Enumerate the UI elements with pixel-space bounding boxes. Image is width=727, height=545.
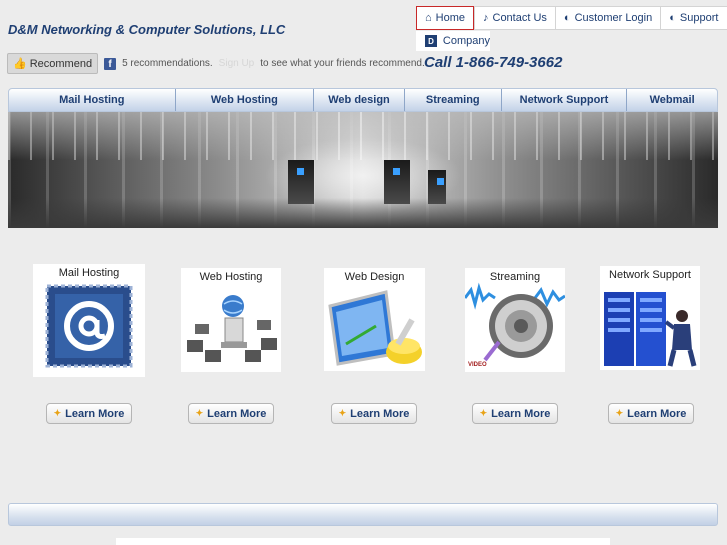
- topnav-label: Home: [435, 12, 465, 24]
- network-support-tile[interactable]: Network Support: [600, 266, 700, 370]
- thumbs-up-icon: 👍: [13, 58, 27, 70]
- company-label: Company: [442, 35, 490, 47]
- recommend-suffix: to see what your friends recommend.: [260, 58, 425, 69]
- star-bullet-icon: ✦: [53, 408, 62, 418]
- topnav-support[interactable]: ◐ Support: [660, 6, 727, 30]
- learn-more-label: Learn More: [207, 407, 267, 420]
- facebook-icon: f: [104, 57, 117, 70]
- cycle-icon: ◐: [669, 12, 676, 24]
- speaker-icon: [465, 282, 565, 362]
- house-icon: ⌂: [425, 12, 432, 24]
- phone-number: Call 1-866-749-3662: [424, 54, 563, 71]
- company-menu-item[interactable]: D Company: [416, 31, 490, 51]
- learn-more-label: Learn More: [65, 407, 125, 420]
- learn-more-label: Learn More: [491, 407, 551, 420]
- topnav-home[interactable]: ⌂ Home: [416, 6, 474, 30]
- footer-bar: [8, 503, 718, 526]
- server-rack-image: [384, 160, 410, 204]
- nav-network-support[interactable]: Network Support: [502, 89, 628, 111]
- facebook-recommend-bar: 👍 Recommend f 5 recommendations. Sign Up…: [7, 53, 425, 74]
- star-bullet-icon: ✦: [195, 408, 204, 418]
- cycle-icon: ◐: [563, 12, 571, 24]
- web-hosting-tile[interactable]: Web Hosting: [181, 268, 281, 372]
- video-tag: VIDEO: [468, 362, 487, 368]
- star-bullet-icon: ✦: [615, 408, 624, 418]
- recommend-label: Recommend: [29, 57, 93, 70]
- banner-ceiling-lights: [8, 112, 718, 160]
- learn-more-label: Learn More: [627, 407, 687, 420]
- mail-hosting-tile[interactable]: Mail Hosting: [33, 264, 145, 377]
- banner-floor: [8, 198, 718, 228]
- topnav-label: Contact Us: [492, 12, 547, 24]
- site-title: D&M Networking & Computer Solutions, LLC: [8, 22, 286, 37]
- recommend-count: 5 recommendations.: [122, 58, 213, 69]
- topnav-label: Customer Login: [574, 12, 653, 24]
- nav-streaming[interactable]: Streaming: [405, 89, 502, 111]
- nav-web-design[interactable]: Web design: [314, 89, 405, 111]
- learn-more-mail-hosting-button[interactable]: ✦ Learn More: [46, 403, 132, 424]
- company-badge-icon: D: [425, 35, 437, 47]
- main-navigation: Mail Hosting Web Hosting Web design Stre…: [8, 88, 718, 112]
- server-rack-image: [288, 160, 314, 204]
- hero-banner-datacenter: [8, 112, 718, 228]
- nav-web-hosting[interactable]: Web Hosting: [176, 89, 315, 111]
- star-bullet-icon: ✦: [338, 408, 347, 418]
- learn-more-network-support-button[interactable]: ✦ Learn More: [608, 403, 694, 424]
- learn-more-web-design-button[interactable]: ✦ Learn More: [331, 403, 417, 424]
- topnav-label: Support: [679, 12, 719, 24]
- recommend-button[interactable]: 👍 Recommend: [7, 53, 99, 74]
- learn-more-streaming-button[interactable]: ✦ Learn More: [472, 403, 558, 424]
- design-monitor-icon: [328, 290, 422, 366]
- nav-webmail[interactable]: Webmail: [627, 89, 717, 111]
- tile-caption: Network Support: [609, 269, 691, 281]
- tile-caption: Streaming: [489, 271, 541, 283]
- topnav-contact-us[interactable]: ♪ Contact Us: [474, 6, 555, 30]
- learn-more-web-hosting-button[interactable]: ✦ Learn More: [188, 403, 274, 424]
- topnav-customer-login[interactable]: ◐ Customer Login: [554, 6, 661, 30]
- star-bullet-icon: ✦: [479, 408, 488, 418]
- learn-more-label: Learn More: [350, 407, 410, 420]
- server-rack-image: [428, 170, 446, 204]
- bottom-content-strip: [116, 538, 610, 545]
- signup-link[interactable]: Sign Up: [219, 58, 255, 69]
- mail-stamp-icon: [45, 284, 133, 368]
- network-globe-icon: [187, 295, 277, 362]
- server-rack-technician-icon: [604, 292, 697, 367]
- top-navigation: ⌂ Home ♪ Contact Us ◐ Customer Login ◐ S…: [416, 6, 727, 30]
- tile-caption: Web Hosting: [199, 271, 263, 283]
- nav-mail-hosting[interactable]: Mail Hosting: [9, 89, 176, 111]
- music-note-icon: ♪: [483, 12, 489, 24]
- tile-caption: Mail Hosting: [58, 267, 120, 279]
- streaming-tile[interactable]: Streaming VIDEO: [465, 268, 565, 372]
- web-design-tile[interactable]: Web Design: [324, 268, 425, 371]
- tile-caption: Web Design: [344, 271, 405, 283]
